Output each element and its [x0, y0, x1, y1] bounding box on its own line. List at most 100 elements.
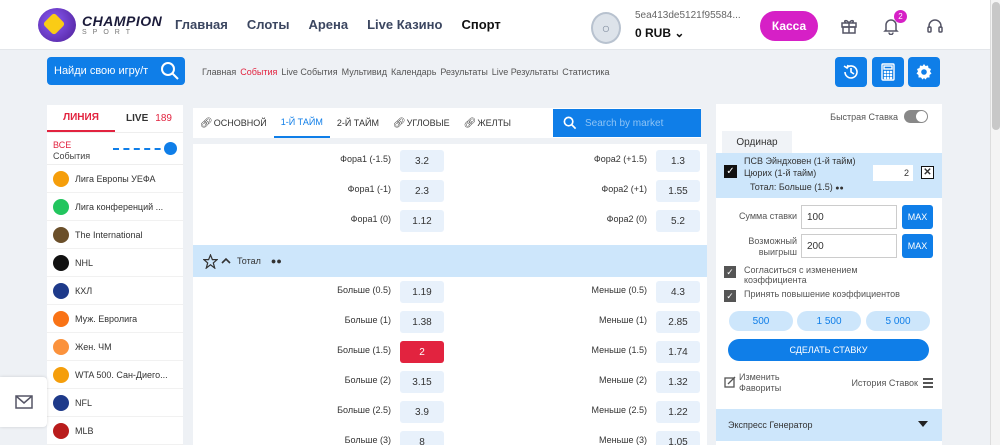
sidebar-league-item[interactable]: Лига Европы УЕФА	[47, 165, 183, 193]
odd-button[interactable]: 4.3	[656, 281, 700, 303]
odd-button[interactable]: 5.2	[656, 210, 700, 232]
chevron-up-icon[interactable]	[221, 256, 231, 266]
odd-button[interactable]: 1.3	[656, 150, 700, 172]
all-events-filter[interactable]: ВСЕ События	[47, 133, 183, 165]
remove-bet-button[interactable]: ✕	[921, 166, 934, 179]
accept-increase-option[interactable]: ✓ Принять повышение коэффициентов	[724, 289, 936, 302]
search-icon[interactable]	[160, 61, 180, 81]
odd-button[interactable]: 8	[400, 431, 444, 445]
tab-corners[interactable]: 🔗︎ УГЛОВЫЕ	[386, 108, 457, 138]
sidebar-league-item[interactable]: MLB	[47, 417, 183, 445]
odd-button[interactable]: 1.32	[656, 371, 700, 393]
cashier-button[interactable]: Касса	[760, 11, 818, 41]
sidebar-league-item[interactable]: NFL	[47, 389, 183, 417]
odd-button[interactable]: 1.05	[656, 431, 700, 445]
notification-badge: 2	[894, 10, 907, 23]
express-generator[interactable]: Экспресс Генератор	[716, 409, 942, 441]
league-name: Жен. ЧМ	[75, 341, 112, 352]
sidebar-league-item[interactable]: Лига конференций ...	[47, 193, 183, 221]
accept-change-checkbox[interactable]: ✓	[724, 266, 736, 278]
nav-item-live-casino[interactable]: Live Казино	[367, 17, 442, 32]
quick-bet-toggle[interactable]	[904, 110, 928, 123]
search-icon	[563, 116, 577, 130]
odd-button[interactable]: 3.15	[400, 371, 444, 393]
bet-odd: 2	[873, 165, 913, 181]
accept-change-option[interactable]: ✓ Согласиться с изменением коэффициента	[724, 265, 936, 285]
bet-checkbox[interactable]: ✓	[724, 165, 737, 178]
quick-amount-500[interactable]: 500	[729, 311, 793, 331]
calculator-button[interactable]	[872, 57, 904, 87]
odd-button[interactable]: 1.22	[656, 401, 700, 423]
odd-button[interactable]: 1.74	[656, 341, 700, 363]
all-label: ВСЕ	[53, 140, 72, 150]
account-info[interactable]: 5ea413de5121f95584... 0 RUB ⌄	[635, 10, 741, 40]
market-search[interactable]: Search by market	[553, 109, 701, 137]
time-slider[interactable]	[113, 148, 171, 150]
edit-favorites[interactable]: Изменить Фавориты	[724, 372, 781, 394]
tab-line[interactable]: ЛИНИЯ	[47, 105, 115, 132]
bet-history[interactable]: История Ставок	[851, 377, 934, 389]
logo[interactable]: CHAMPION SPORT	[38, 8, 162, 42]
quick-amount-5000[interactable]: 5 000	[866, 311, 930, 331]
sidebar-league-item[interactable]: The International	[47, 221, 183, 249]
win-input[interactable]	[801, 234, 897, 258]
tab-first-half[interactable]: 1-Й ТАЙМ	[273, 108, 330, 138]
history-button[interactable]	[835, 57, 867, 87]
place-bet-button[interactable]: СДЕЛАТЬ СТАВКУ	[728, 339, 929, 361]
link-icon: 🔗︎	[463, 117, 477, 129]
handicap-outcome-left: Фора1 (0)	[350, 214, 391, 224]
odd-button[interactable]: 3.2	[400, 150, 444, 172]
subnav-main[interactable]: Главная	[202, 67, 236, 77]
odd-button[interactable]: 1.38	[400, 311, 444, 333]
odd-button[interactable]: 2.85	[656, 311, 700, 333]
sidebar-league-item[interactable]: NHL	[47, 249, 183, 277]
nav-item-slots[interactable]: Слоты	[247, 17, 290, 32]
sidebar-league-item[interactable]: WTA 500. Сан-Диего...	[47, 361, 183, 389]
tab-single[interactable]: Ординар	[722, 131, 792, 153]
subnav-results[interactable]: Результаты	[440, 67, 487, 77]
tab-live[interactable]: LIVE 189	[115, 105, 183, 132]
sidebar-league-item[interactable]: Жен. ЧМ	[47, 333, 183, 361]
message-button[interactable]	[0, 377, 47, 427]
settings-button[interactable]	[908, 57, 940, 87]
support-headset-icon[interactable]	[924, 15, 946, 37]
accept-increase-checkbox[interactable]: ✓	[724, 290, 736, 302]
tab-main[interactable]: 🔗︎ ОСНОВНОЙ	[193, 108, 274, 138]
subnav-calendar[interactable]: Календарь	[391, 67, 436, 77]
quick-amount-1500[interactable]: 1 500	[797, 311, 861, 331]
bet-market: Тотал: Больше (1.5) ●●	[750, 182, 844, 192]
odd-button[interactable]: 3.9	[400, 401, 444, 423]
odd-button[interactable]: 1.19	[400, 281, 444, 303]
odd-button[interactable]: 1.55	[656, 180, 700, 202]
total-market-header[interactable]: Тотал ●●	[193, 245, 707, 277]
total-outcome-right: Меньше (1.5)	[591, 345, 648, 355]
nav-item-sport[interactable]: Спорт	[461, 17, 500, 32]
tab-yellow-cards[interactable]: 🔗︎ ЖЕЛТЫ	[457, 108, 518, 138]
scrollbar-thumb[interactable]	[992, 2, 1000, 130]
subnav-live-results[interactable]: Live Результаты	[492, 67, 558, 77]
avatar[interactable]: ○	[591, 12, 621, 44]
win-max-button[interactable]: MAX	[902, 234, 933, 258]
stake-input[interactable]	[801, 205, 897, 229]
account-balance[interactable]: 0 RUB ⌄	[635, 26, 741, 40]
odd-button[interactable]: 1.12	[400, 210, 444, 232]
subnav-live-events[interactable]: Live События	[281, 67, 337, 77]
star-icon[interactable]	[203, 253, 218, 269]
page-scrollbar[interactable]	[990, 0, 1000, 445]
subnav-multiview[interactable]: Мультивид	[342, 67, 387, 77]
nav-item-arena[interactable]: Арена	[308, 17, 348, 32]
subnav-statistics[interactable]: Статистика	[562, 67, 609, 77]
odd-button[interactable]: 2	[400, 341, 444, 363]
game-search-input[interactable]	[50, 60, 160, 82]
odd-button[interactable]: 2.3	[400, 180, 444, 202]
subnav-events[interactable]: События	[240, 67, 277, 77]
nav-item-home[interactable]: Главная	[175, 17, 228, 32]
stake-max-button[interactable]: MAX	[902, 205, 933, 229]
sidebar-league-item[interactable]: КХЛ	[47, 277, 183, 305]
sidebar-league-item[interactable]: Муж. Евролига	[47, 305, 183, 333]
time-slider-handle[interactable]	[164, 142, 177, 155]
total-outcome-right: Меньше (2)	[599, 375, 647, 385]
gift-icon[interactable]	[838, 15, 860, 37]
tab-second-half[interactable]: 2-Й ТАЙМ	[330, 108, 386, 138]
logo-badge-icon	[38, 8, 76, 42]
